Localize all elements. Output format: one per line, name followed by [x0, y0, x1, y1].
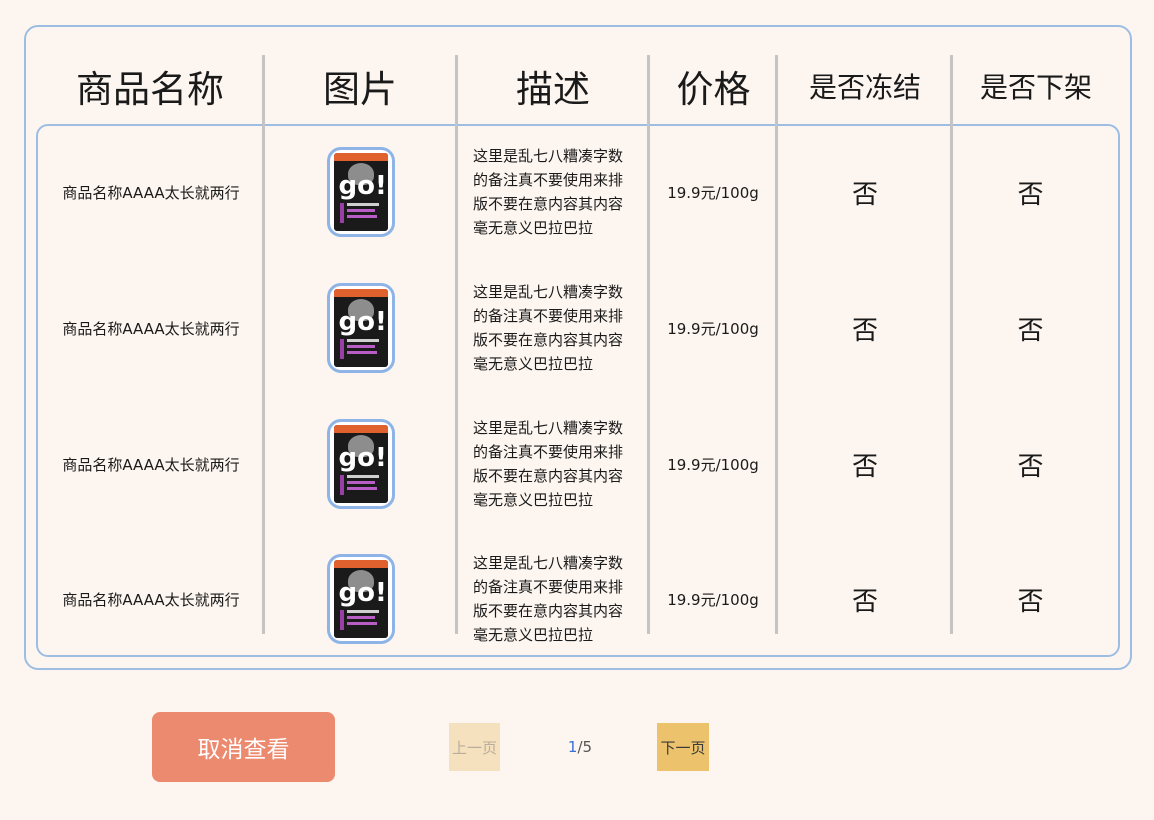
product-description-cell: 这里是乱七八糟凑字数的备注真不要使用来排版不要在意内容其内容毫无意义巴拉巴拉: [460, 414, 648, 514]
package-logo: go!: [338, 171, 387, 201]
table-row: 商品名称AAAA太长就两行 go! 这里是乱七八糟凑字数的备注真不要使用来排版不要在…: [38, 142, 1118, 242]
pet-food-bag-icon: go!: [333, 560, 388, 638]
product-image[interactable]: go!: [326, 283, 395, 373]
prev-page-button[interactable]: 上一页: [449, 723, 500, 771]
product-description: 这里是乱七八糟凑字数的备注真不要使用来排版不要在意内容其内容毫无意义巴拉巴拉: [473, 554, 624, 644]
product-image[interactable]: go!: [326, 554, 395, 644]
product-description: 这里是乱七八糟凑字数的备注真不要使用来排版不要在意内容其内容毫无意义巴拉巴拉: [473, 283, 624, 373]
product-image-cell: go!: [264, 414, 457, 514]
product-description-cell: 这里是乱七八糟凑字数的备注真不要使用来排版不要在意内容其内容毫无意义巴拉巴拉: [460, 278, 648, 378]
header-price: 价格: [676, 68, 751, 111]
product-price: 19.9元/100g: [667, 455, 759, 474]
package-logo: go!: [338, 443, 387, 473]
header-name: 商品名称: [76, 68, 224, 111]
next-page-button[interactable]: 下一页: [657, 723, 709, 771]
header-description: 描述: [516, 68, 590, 111]
package-logo: go!: [338, 307, 387, 337]
product-image[interactable]: go!: [326, 147, 395, 237]
pet-food-bag-icon: go!: [333, 153, 388, 231]
offshelf-status: 否: [1017, 586, 1044, 617]
header-image: 图片: [323, 68, 397, 111]
header-frozen: 是否冻结: [808, 71, 921, 104]
table-row: 商品名称AAAA太长就两行 go! 这里是乱七八糟凑字数的备注真不要使用来排版不要在…: [38, 549, 1118, 649]
product-image-cell: go!: [264, 278, 457, 378]
product-price: 19.9元/100g: [667, 319, 759, 338]
product-image[interactable]: go!: [326, 419, 395, 509]
offshelf-status: 否: [1017, 315, 1044, 346]
frozen-status: 否: [851, 315, 878, 346]
frozen-status: 否: [851, 179, 878, 210]
product-name: 商品名称AAAA太长就两行: [62, 455, 240, 474]
product-name: 商品名称AAAA太长就两行: [62, 183, 240, 202]
offshelf-status: 否: [1017, 451, 1044, 482]
page-indicator: 1/5: [552, 736, 608, 758]
product-image-cell: go!: [264, 142, 457, 242]
product-description-cell: 这里是乱七八糟凑字数的备注真不要使用来排版不要在意内容其内容毫无意义巴拉巴拉: [460, 142, 648, 242]
pet-food-bag-icon: go!: [333, 289, 388, 367]
product-description-cell: 这里是乱七八糟凑字数的备注真不要使用来排版不要在意内容其内容毫无意义巴拉巴拉: [460, 549, 648, 649]
table-row: 商品名称AAAA太长就两行 go! 这里是乱七八糟凑字数的备注真不要使用来排版不要在…: [38, 278, 1118, 378]
product-price: 19.9元/100g: [667, 183, 759, 202]
product-price: 19.9元/100g: [667, 590, 759, 609]
frozen-status: 否: [851, 451, 878, 482]
product-name: 商品名称AAAA太长就两行: [62, 590, 240, 609]
offshelf-status: 否: [1017, 179, 1044, 210]
header-offshelf: 是否下架: [979, 71, 1092, 104]
product-description: 这里是乱七八糟凑字数的备注真不要使用来排版不要在意内容其内容毫无意义巴拉巴拉: [473, 147, 624, 237]
cancel-view-button[interactable]: 取消查看: [152, 712, 335, 782]
total-pages: 5: [582, 738, 593, 756]
product-description: 这里是乱七八糟凑字数的备注真不要使用来排版不要在意内容其内容毫无意义巴拉巴拉: [473, 419, 624, 509]
product-name: 商品名称AAAA太长就两行: [62, 319, 240, 338]
product-image-cell: go!: [264, 549, 457, 649]
package-logo: go!: [338, 578, 387, 608]
frozen-status: 否: [851, 586, 878, 617]
table-row: 商品名称AAAA太长就两行 go! 这里是乱七八糟凑字数的备注真不要使用来排版不要在…: [38, 414, 1118, 514]
pet-food-bag-icon: go!: [333, 425, 388, 503]
